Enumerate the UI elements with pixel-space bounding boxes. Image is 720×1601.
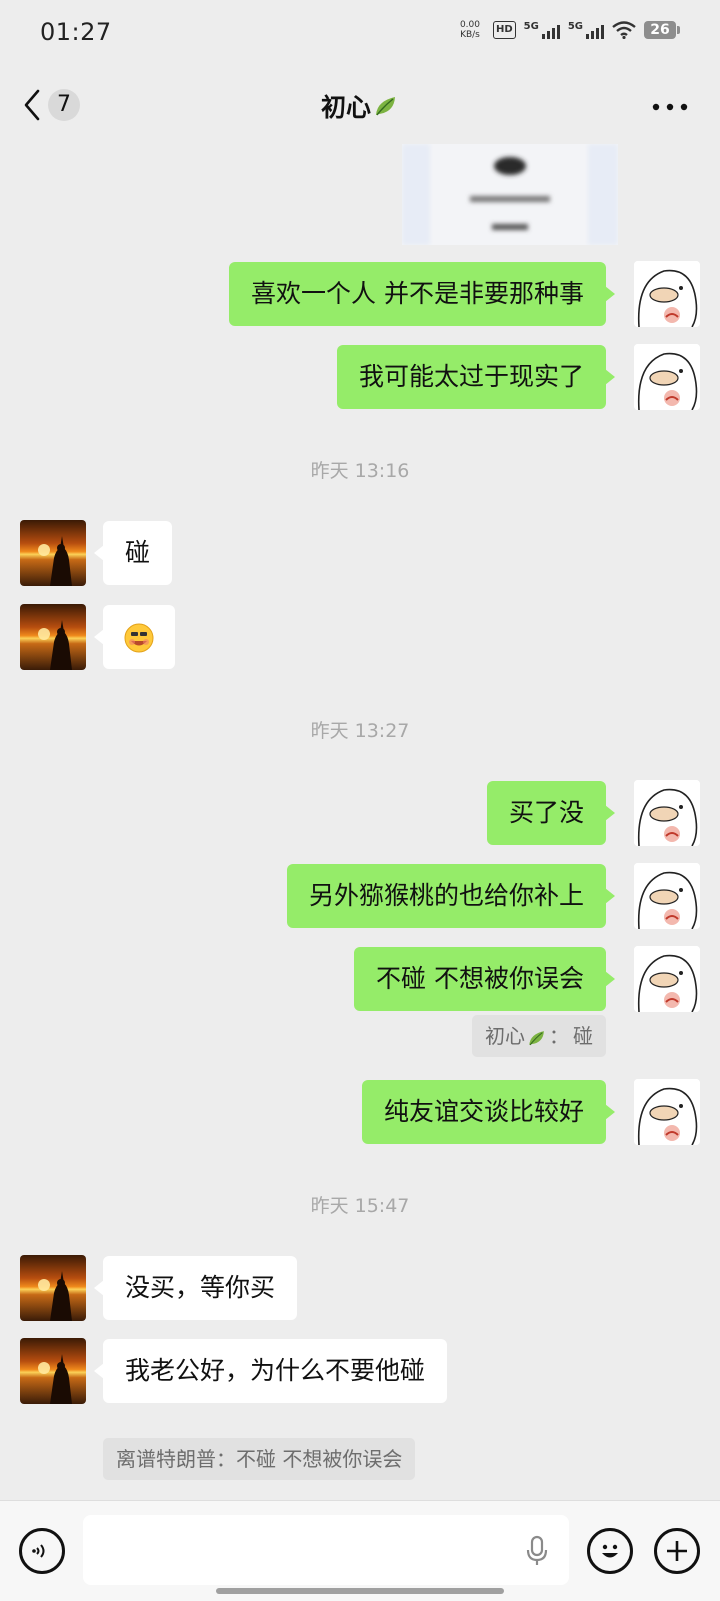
cartoon-avatar-icon bbox=[634, 1079, 700, 1145]
contact-message-bubble[interactable]: 碰 bbox=[93, 521, 173, 585]
sunset-silhouette-avatar-icon bbox=[38, 536, 72, 586]
my-avatar[interactable] bbox=[634, 863, 700, 929]
timestamp: 昨天 13:16 bbox=[310, 460, 410, 482]
message-row: 我可能太过于现实了 bbox=[0, 344, 720, 410]
wifi-icon bbox=[612, 21, 636, 39]
message-row: 纯友谊交谈比较好 bbox=[0, 1079, 720, 1145]
cartoon-avatar-icon bbox=[634, 344, 700, 410]
sim2-network-label: 5G bbox=[567, 21, 583, 32]
my-message-bubble[interactable]: 喜欢一个人 并不是非要那种事 bbox=[229, 262, 615, 326]
message-row: 买了没 bbox=[0, 780, 720, 846]
emoji-button[interactable] bbox=[587, 1528, 633, 1574]
cartoon-avatar-icon bbox=[634, 863, 700, 929]
mic-icon bbox=[526, 1535, 548, 1565]
voice-mode-button[interactable] bbox=[19, 1528, 65, 1574]
chat-header: 7 初心 bbox=[0, 64, 720, 144]
input-bar bbox=[0, 1500, 720, 1601]
message-row: 另外猕猴桃的也给你补上 bbox=[0, 863, 720, 929]
hd-voice-icon: HD bbox=[492, 21, 516, 39]
voice-icon bbox=[32, 1544, 45, 1558]
chat-title: 初心 bbox=[0, 88, 720, 125]
more-dots-icon bbox=[652, 103, 688, 111]
my-avatar[interactable] bbox=[634, 780, 700, 846]
status-icons: 0.00 KB/s HD 5G 5G 26 bbox=[455, 20, 680, 40]
my-avatar[interactable] bbox=[634, 261, 700, 327]
sim1-network-label: 5G bbox=[523, 21, 539, 32]
contact-message-bubble[interactable]: 我老公好，为什么不要他碰 bbox=[93, 1339, 448, 1403]
my-avatar[interactable] bbox=[634, 1079, 700, 1145]
emoji-icon bbox=[602, 1544, 618, 1558]
my-avatar[interactable] bbox=[634, 946, 700, 1012]
my-message-bubble[interactable]: 不碰 不想被你误会 bbox=[354, 947, 615, 1011]
blurred-image bbox=[402, 144, 618, 245]
chat-area[interactable]: 喜欢一个人 并不是非要那种事 我可能太过于现实了 昨天 13:16 碰 昨天 1… bbox=[0, 144, 720, 1500]
voice-input-button[interactable] bbox=[525, 1535, 549, 1571]
message-row: 碰 bbox=[0, 520, 720, 586]
my-message-bubble[interactable]: 买了没 bbox=[486, 781, 616, 845]
status-bar: 01:27 0.00 KB/s HD 5G 5G 26 bbox=[0, 0, 720, 64]
message-row: 我老公好，为什么不要他碰 bbox=[0, 1338, 720, 1404]
leaf-emoji-icon bbox=[529, 1030, 544, 1045]
contact-message-bubble[interactable]: 没买，等你买 bbox=[93, 1256, 298, 1320]
add-icon bbox=[667, 1541, 687, 1561]
contact-avatar[interactable] bbox=[20, 1338, 86, 1404]
message-row: 喜欢一个人 并不是非要那种事 bbox=[0, 261, 720, 327]
signal-sim1-icon: 5G bbox=[524, 21, 560, 39]
leaf-emoji-icon bbox=[373, 93, 399, 125]
battery-icon: 26 bbox=[644, 21, 680, 39]
timestamp: 昨天 13:27 bbox=[310, 720, 410, 742]
signal-sim2-icon: 5G bbox=[568, 21, 604, 39]
add-button[interactable] bbox=[654, 1528, 700, 1574]
sunset-silhouette-avatar-icon bbox=[38, 620, 72, 670]
contact-avatar[interactable] bbox=[20, 1255, 86, 1321]
home-indicator[interactable] bbox=[216, 1588, 504, 1594]
cartoon-avatar-icon bbox=[634, 780, 700, 846]
cartoon-avatar-icon bbox=[634, 261, 700, 327]
contact-avatar[interactable] bbox=[20, 604, 86, 670]
network-speed: 0.00 KB/s bbox=[455, 20, 485, 40]
my-message-bubble[interactable]: 纯友谊交谈比较好 bbox=[361, 1080, 616, 1144]
message-row: 不碰 不想被你误会 bbox=[0, 946, 720, 1012]
grinning-emoji bbox=[124, 623, 154, 653]
contact-avatar[interactable] bbox=[20, 520, 86, 586]
my-message-bubble[interactable]: 我可能太过于现实了 bbox=[336, 345, 616, 409]
quote-separator: ： bbox=[549, 1024, 569, 1048]
sunset-silhouette-avatar-icon bbox=[38, 1354, 72, 1404]
quoted-message[interactable]: 初心 ：碰 bbox=[472, 1015, 606, 1057]
network-speed-unit: KB/s bbox=[460, 30, 480, 40]
network-speed-value: 0.00 bbox=[459, 20, 480, 30]
quoted-message[interactable]: 离谱特朗普：不碰 不想被你误会 bbox=[103, 1438, 416, 1480]
contact-name: 初心 bbox=[320, 93, 371, 122]
timestamp: 昨天 15:47 bbox=[310, 1195, 410, 1217]
message-input[interactable] bbox=[83, 1515, 569, 1585]
status-time: 01:27 bbox=[40, 18, 112, 46]
my-message-bubble[interactable]: 另外猕猴桃的也给你补上 bbox=[286, 864, 616, 928]
my-avatar[interactable] bbox=[634, 344, 700, 410]
cartoon-avatar-icon bbox=[634, 946, 700, 1012]
more-options-button[interactable] bbox=[648, 92, 692, 122]
message-row: 没买，等你买 bbox=[0, 1255, 720, 1321]
sunset-silhouette-avatar-icon bbox=[38, 1271, 72, 1321]
contact-emoji-bubble[interactable] bbox=[94, 605, 175, 669]
quote-sender: 初心 bbox=[485, 1024, 525, 1048]
image-message[interactable] bbox=[402, 144, 618, 245]
quote-text: 碰 bbox=[573, 1024, 593, 1048]
message-row bbox=[0, 604, 720, 670]
